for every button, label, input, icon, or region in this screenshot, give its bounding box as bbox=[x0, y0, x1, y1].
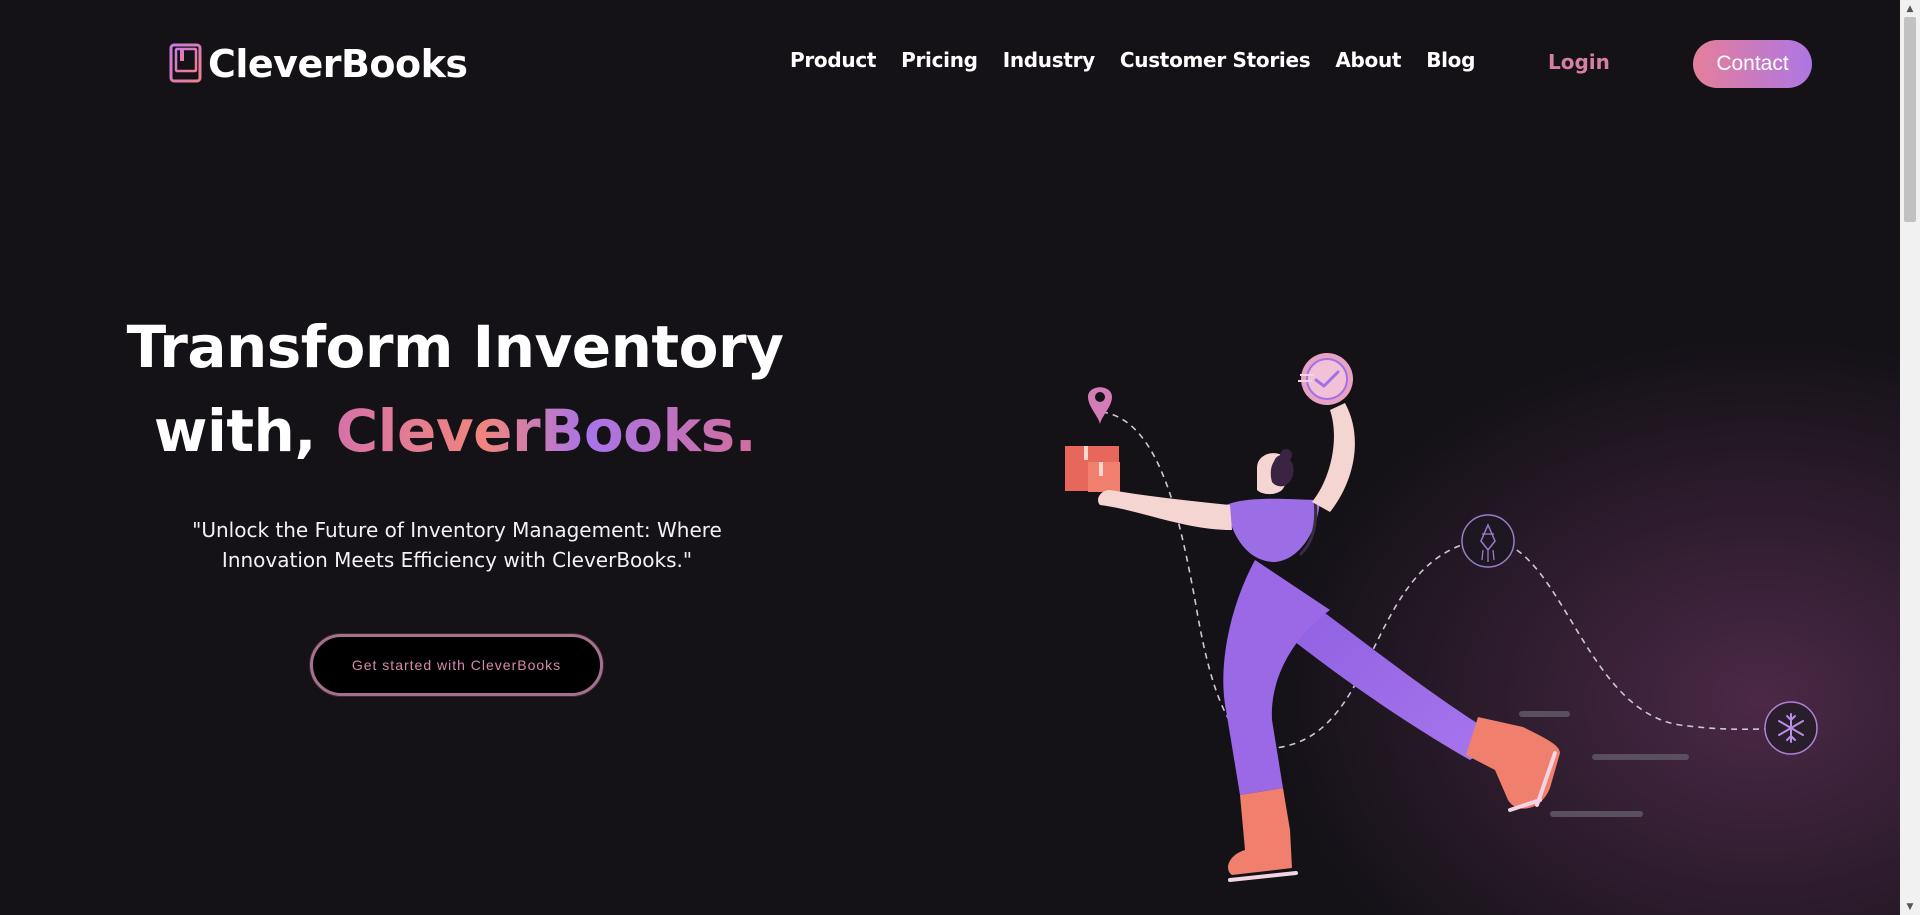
login-link[interactable]: Login bbox=[1548, 50, 1610, 74]
lantern-icon bbox=[1461, 514, 1515, 568]
book-logo-icon bbox=[169, 43, 202, 83]
brand-logo[interactable]: CleverBooks bbox=[168, 42, 468, 86]
page-scrollbar[interactable]: ▲ ▼ bbox=[1900, 0, 1920, 915]
contact-button[interactable]: Contact bbox=[1693, 40, 1812, 88]
nav-industry[interactable]: Industry bbox=[1003, 48, 1096, 72]
hero-title-highlight: CleverBooks. bbox=[335, 397, 757, 465]
hero-illustration bbox=[1065, 216, 1900, 915]
nav-pricing[interactable]: Pricing bbox=[901, 48, 978, 72]
get-started-button[interactable]: Get started with CleverBooks bbox=[310, 634, 603, 696]
scroll-down-arrow-icon[interactable]: ▼ bbox=[1900, 898, 1920, 915]
scroll-thumb[interactable] bbox=[1904, 17, 1916, 222]
nav-about[interactable]: About bbox=[1335, 48, 1401, 72]
snowflake-icon bbox=[1764, 701, 1818, 755]
nav-blog[interactable]: Blog bbox=[1426, 48, 1475, 72]
scroll-up-arrow-icon[interactable]: ▲ bbox=[1900, 0, 1920, 17]
hero-title-line1: Transform Inventory bbox=[126, 313, 784, 381]
hero-quote: "Unlock the Future of Inventory Manageme… bbox=[192, 518, 722, 572]
hero-title: Transform Inventory with, CleverBooks. bbox=[120, 305, 790, 473]
route-path bbox=[1101, 411, 1791, 749]
skater-figure bbox=[1098, 403, 1560, 882]
hero-title-prefix: with, bbox=[153, 397, 336, 465]
nav-product[interactable]: Product bbox=[790, 48, 876, 72]
landing-page: CleverBooks Product Pricing Industry Cus… bbox=[0, 0, 1900, 915]
main-nav: Product Pricing Industry Customer Storie… bbox=[790, 48, 1475, 72]
nav-customer-stories[interactable]: Customer Stories bbox=[1120, 48, 1311, 72]
package-box-icon bbox=[1065, 446, 1120, 492]
location-pin-icon bbox=[1088, 387, 1112, 425]
clock-check-icon bbox=[1298, 353, 1353, 405]
brand-name: CleverBooks bbox=[208, 42, 468, 86]
